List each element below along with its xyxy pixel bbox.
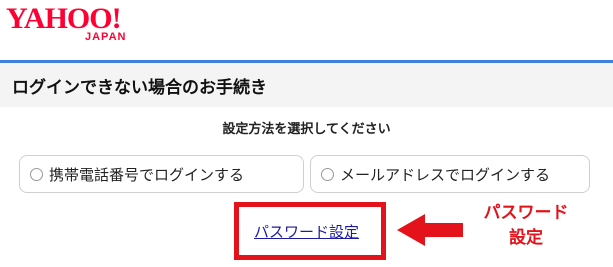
option-email-login[interactable]: メールアドレスでログインする bbox=[310, 155, 590, 193]
instruction-text: 設定方法を選択してください bbox=[222, 122, 391, 137]
annotation-callout: パスワード 設定 bbox=[466, 201, 586, 251]
radio-circle-icon[interactable] bbox=[30, 167, 43, 181]
yahoo-japan-logo[interactable]: YAHOO! JAPAN bbox=[6, 4, 126, 43]
logo-sub-text: JAPAN bbox=[85, 31, 127, 43]
password-setting-link[interactable]: パスワード設定 bbox=[254, 221, 359, 242]
annotation-line-1: パスワード bbox=[483, 203, 569, 223]
radio-circle-icon[interactable] bbox=[321, 167, 334, 181]
annotation-line-2: 設定 bbox=[509, 228, 543, 248]
page-title: ログインできない場合のお手続き bbox=[12, 78, 267, 98]
page-title-bar: ログインできない場合のお手続き bbox=[0, 60, 613, 107]
option-email-label: メールアドレスでログインする bbox=[340, 165, 551, 184]
arrow-left-icon bbox=[397, 214, 463, 246]
logo-main-text: YAHOO! bbox=[6, 2, 122, 35]
option-phone-label: 携帯電話番号でログインする bbox=[49, 165, 245, 184]
option-phone-login[interactable]: 携帯電話番号でログインする bbox=[19, 155, 304, 193]
